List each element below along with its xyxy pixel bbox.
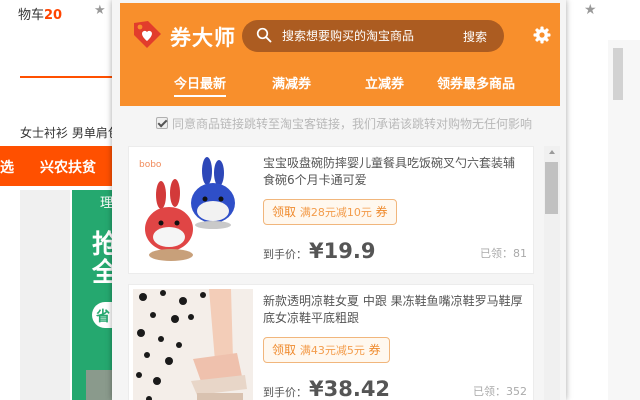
product-image[interactable]: bobo [133,151,253,271]
search-button[interactable]: 搜索 [446,20,504,52]
brand-title: 券大师 [170,26,236,50]
page-scrollbar-thumb[interactable] [613,48,623,100]
price-label: 到手价： [263,248,307,261]
cart-label: 物车 [18,8,45,23]
claimed-count: 已领：352 [473,385,527,398]
price-row: 到手价： ¥19.9 [263,239,375,263]
product-card[interactable]: 新款透明凉鞋女夏 中跟 果冻鞋鱼嘴凉鞋罗马鞋厚底女凉鞋平底粗跟 领取 满43元减… [128,284,534,400]
price-value: ¥19.9 [309,239,376,263]
tab-bar: 今日最新 满减券 立减券 领券最多商品 [120,67,560,97]
scroll-up-arrow-icon[interactable] [549,150,555,154]
nav-item[interactable]: 兴农扶贫 [40,157,96,177]
product-title[interactable]: 宝宝吸盘碗防摔婴儿童餐具吃饭碗叉勺六套装辅食碗6个月卡通可爱 [263,155,525,189]
gear-icon[interactable] [533,26,551,44]
coupon-popup: 券大师 搜索 今日最新 满减券 立减券 领券最多商品 [112,0,566,400]
price-label: 到手价： [263,386,307,399]
popup-scrollbar-thumb[interactable] [545,162,558,214]
banner-pill-text: 省 [96,309,110,325]
cart-link[interactable]: 物车20 [18,4,62,23]
tab-full-reduction[interactable]: 满减券 [272,73,311,92]
main-nav: 选 兴农扶贫 [0,146,125,186]
coupon-button[interactable]: 领取 满43元减5元 券 [263,337,390,363]
category-links[interactable]: 女士衬衫 男单肩包 [20,124,120,141]
favorite-star-icon[interactable]: ★ [94,3,106,18]
coupon-prefix: 领取 [272,205,297,219]
redirect-consent: 同意商品链接跳转至淘宝客链接，我们承诺该跳转对购物无任何影响 [156,114,532,132]
coupon-amount: 满28元减10元 [299,206,372,219]
bookmark-star-icon[interactable]: ★ [584,2,597,18]
search-icon [256,27,272,43]
consent-checkbox[interactable] [156,117,168,129]
product-list: bobo 宝宝吸盘碗防摔婴儿童餐具吃饭碗叉勺六套装辅食碗6个月卡通可爱 领取 满… [128,146,534,400]
tab-most-claimed[interactable]: 领券最多商品 [437,73,515,92]
tag-heart-icon [134,21,161,48]
search-underline [20,76,120,78]
price-value: ¥38.42 [309,377,391,400]
price-row: 到手价： ¥38.42 [263,377,390,400]
coupon-prefix: 领取 [272,343,297,357]
coupon-suffix: 券 [368,343,381,357]
coupon-suffix: 券 [375,205,388,219]
product-image[interactable] [133,289,253,400]
product-card[interactable]: bobo 宝宝吸盘碗防摔婴儿童餐具吃饭碗叉勺六套装辅食碗6个月卡通可爱 领取 满… [128,146,534,274]
popup-header: 券大师 搜索 今日最新 满减券 立减券 领券最多商品 [120,3,560,106]
product-title[interactable]: 新款透明凉鞋女夏 中跟 果冻鞋鱼嘴凉鞋罗马鞋厚底女凉鞋平底粗跟 [263,293,525,327]
coupon-amount: 满43元减5元 [299,344,365,357]
tab-instant-reduction[interactable]: 立减券 [365,73,404,92]
tab-latest[interactable]: 今日最新 [174,73,227,97]
consent-text: 同意商品链接跳转至淘宝客链接，我们承诺该跳转对购物无任何影响 [172,116,533,131]
search-input[interactable] [282,25,432,47]
product-image-brand: bobo [139,160,162,170]
nav-item[interactable]: 选 [0,157,14,177]
claimed-count: 已领：81 [480,247,527,260]
search-bar: 搜索 [242,20,504,52]
side-panel [20,190,70,400]
coupon-button[interactable]: 领取 满28元减10元 券 [263,199,397,225]
cart-count: 20 [44,8,63,23]
